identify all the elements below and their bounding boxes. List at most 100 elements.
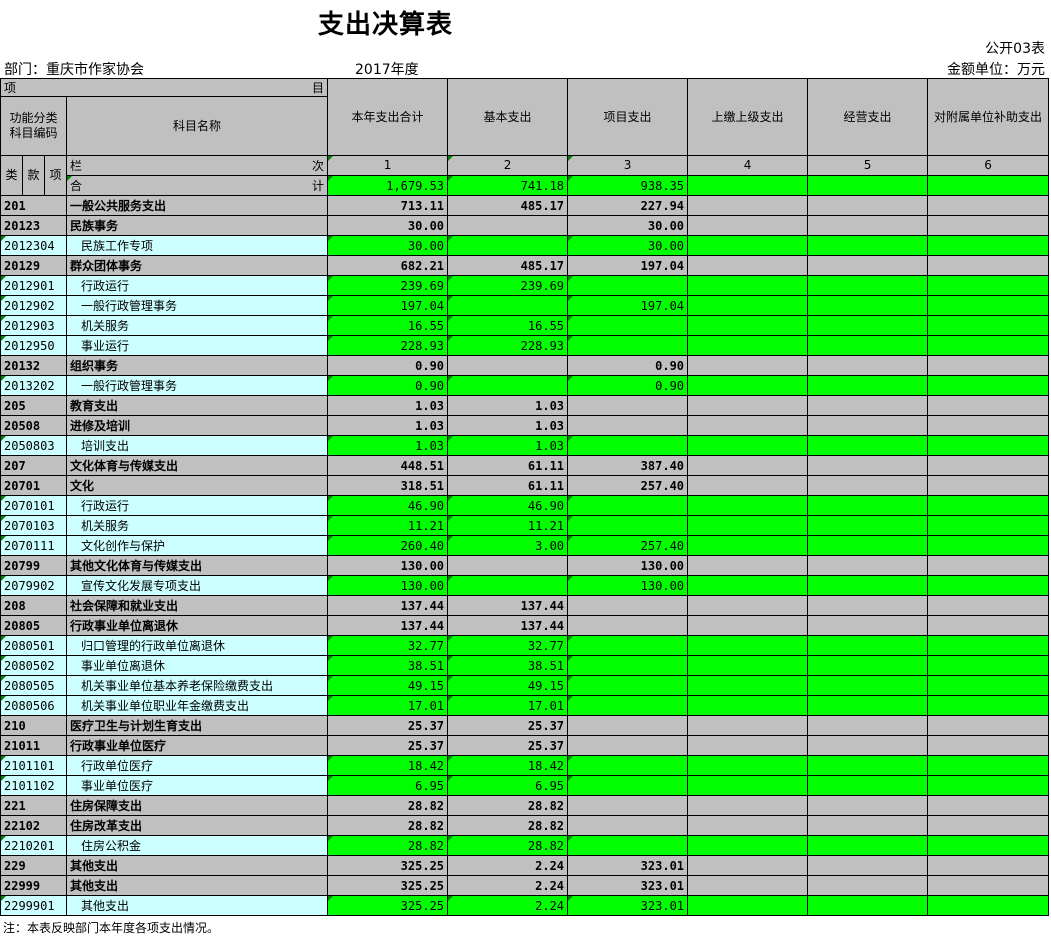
row-name: 事业单位医疗 <box>65 775 329 796</box>
col-number-2: 2 <box>447 155 569 176</box>
table-row: 2101102 事业单位医疗 6.95 6.95 <box>0 775 1050 796</box>
col-number-1: 1 <box>327 155 449 176</box>
row-code: 20132 <box>0 355 67 376</box>
row-code: 22999 <box>0 875 67 896</box>
row-superior <box>687 595 809 616</box>
row-business <box>807 515 929 536</box>
row-superior <box>687 255 809 276</box>
row-name: 其他支出 <box>65 895 329 916</box>
row-total: 46.90 <box>327 495 449 516</box>
row-business <box>807 635 929 656</box>
row-project: 30.00 <box>567 215 689 236</box>
row-code: 2012901 <box>0 275 67 296</box>
total-superior <box>687 175 809 196</box>
row-subsidy <box>927 215 1050 236</box>
row-subsidy <box>927 815 1050 836</box>
row-basic: 3.00 <box>447 535 569 556</box>
row-business <box>807 595 929 616</box>
row-basic <box>447 215 569 236</box>
row-superior <box>687 335 809 356</box>
col-number-6: 6 <box>927 155 1050 176</box>
table-row: 2210201 住房公积金 28.82 28.82 <box>0 835 1050 856</box>
row-name: 一般行政管理事务 <box>65 295 329 316</box>
table-row: 2101101 行政单位医疗 18.42 18.42 <box>0 755 1050 776</box>
expenditure-table: 项目 本年支出合计 基本支出 项目支出 上缴上级支出 经营支出 对附属单位补助支… <box>0 78 1050 916</box>
row-project <box>567 675 689 696</box>
row-superior <box>687 375 809 396</box>
row-total: 325.25 <box>327 895 449 916</box>
row-total: 239.69 <box>327 275 449 296</box>
row-superior <box>687 555 809 576</box>
row-name: 机关服务 <box>65 315 329 336</box>
table-row: 20129 群众团体事务 682.21 485.17 197.04 <box>0 255 1050 276</box>
row-superior <box>687 895 809 916</box>
row-basic: 61.11 <box>447 455 569 476</box>
row-name: 机关事业单位基本养老保险缴费支出 <box>65 675 329 696</box>
row-total: 6.95 <box>327 775 449 796</box>
row-name: 其他支出 <box>65 875 329 896</box>
row-business <box>807 895 929 916</box>
row-total: 1.03 <box>327 395 449 416</box>
row-business <box>807 555 929 576</box>
row-business <box>807 535 929 556</box>
row-code: 2101101 <box>0 755 67 776</box>
row-basic <box>447 295 569 316</box>
row-code: 2070111 <box>0 535 67 556</box>
row-project <box>567 755 689 776</box>
row-total: 130.00 <box>327 575 449 596</box>
row-business <box>807 875 929 896</box>
row-business <box>807 855 929 876</box>
table-row: 20132 组织事务 0.90 0.90 <box>0 355 1050 376</box>
row-business <box>807 315 929 336</box>
table-row: 2012902 一般行政管理事务 197.04 197.04 <box>0 295 1050 316</box>
table-row: 20123 民族事务 30.00 30.00 <box>0 215 1050 236</box>
row-subsidy <box>927 235 1050 256</box>
row-name: 培训支出 <box>65 435 329 456</box>
row-superior <box>687 455 809 476</box>
row-superior <box>687 195 809 216</box>
table-row: 20701 文化 318.51 61.11 257.40 <box>0 475 1050 496</box>
row-superior <box>687 635 809 656</box>
row-code: 208 <box>0 595 67 616</box>
lan-label: 栏 <box>70 159 83 173</box>
row-superior <box>687 395 809 416</box>
row-project: 323.01 <box>567 875 689 896</box>
row-basic: 16.55 <box>447 315 569 336</box>
header-row-3: 类 款 项 栏次 1 2 3 4 5 6 <box>0 155 1050 196</box>
col-subsidy-header: 对附属单位补助支出 <box>927 78 1050 156</box>
table-row: 2012304 民族工作专项 30.00 30.00 <box>0 235 1050 256</box>
row-total: 28.82 <box>327 795 449 816</box>
row-code: 207 <box>0 455 67 476</box>
row-code: 2080501 <box>0 635 67 656</box>
row-business <box>807 295 929 316</box>
table-row: 2012950 事业运行 228.93 228.93 <box>0 335 1050 356</box>
table-number: 公开03表 <box>985 41 1045 57</box>
row-code: 20129 <box>0 255 67 276</box>
subject-name-header: 科目名称 <box>65 96 329 156</box>
row-subsidy <box>927 295 1050 316</box>
row-total: 25.37 <box>327 715 449 736</box>
row-total: 1.03 <box>327 415 449 436</box>
col-project-header: 项目支出 <box>567 78 689 156</box>
row-code: 20508 <box>0 415 67 436</box>
row-basic: 11.21 <box>447 515 569 536</box>
row-business <box>807 835 929 856</box>
row-superior <box>687 515 809 536</box>
row-subsidy <box>927 755 1050 776</box>
row-superior <box>687 815 809 836</box>
total-basic: 741.18 <box>447 175 569 196</box>
row-business <box>807 695 929 716</box>
row-basic: 2.24 <box>447 875 569 896</box>
row-name: 社会保障和就业支出 <box>65 595 329 616</box>
row-code: 2012950 <box>0 335 67 356</box>
row-name: 群众团体事务 <box>65 255 329 276</box>
row-subsidy <box>927 795 1050 816</box>
row-basic: 485.17 <box>447 255 569 276</box>
table-row: 2080501 归口管理的行政单位离退休 32.77 32.77 <box>0 635 1050 656</box>
row-superior <box>687 355 809 376</box>
row-superior <box>687 875 809 896</box>
lei-header: 类 <box>0 155 23 196</box>
row-project <box>567 515 689 536</box>
row-basic: 61.11 <box>447 475 569 496</box>
row-name: 一般公共服务支出 <box>65 195 329 216</box>
